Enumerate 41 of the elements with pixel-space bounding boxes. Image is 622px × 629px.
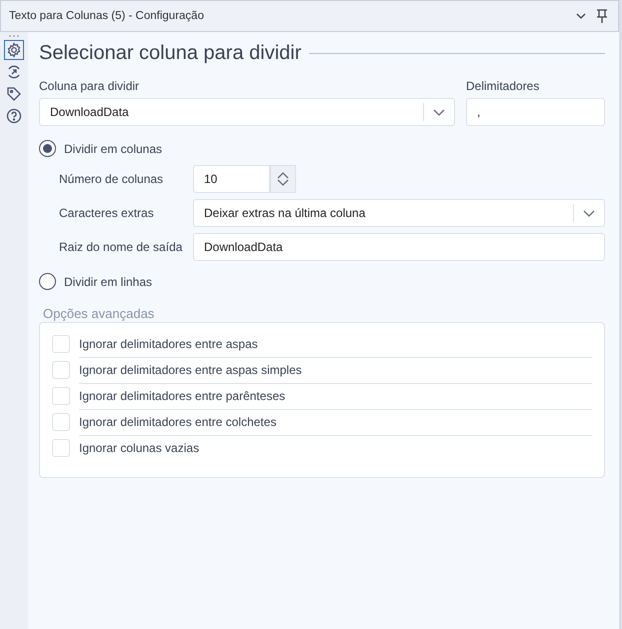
spinner-buttons[interactable] bbox=[270, 165, 296, 193]
radio-button[interactable] bbox=[39, 140, 56, 157]
caret-icon bbox=[433, 108, 445, 116]
tag-icon bbox=[6, 86, 22, 102]
sidebar-tab[interactable] bbox=[4, 40, 24, 60]
field-label: Número de colunas bbox=[59, 172, 164, 186]
radio-option[interactable]: Dividir em colunas bbox=[39, 140, 605, 157]
caret-icon bbox=[583, 210, 595, 216]
input-field[interactable]: , bbox=[466, 98, 605, 126]
checkbox-label: Ignorar delimitadores entre aspas simples bbox=[79, 356, 592, 384]
input-field[interactable]: DownloadData bbox=[193, 233, 605, 261]
up-caret-icon bbox=[277, 172, 289, 179]
field-label: Delimitadores bbox=[466, 79, 540, 93]
checkbox[interactable] bbox=[52, 361, 70, 379]
sidebar-tab[interactable] bbox=[4, 106, 24, 126]
checkbox[interactable] bbox=[52, 335, 70, 353]
checkbox-label: Ignorar delimitadores entre parênteses bbox=[79, 382, 592, 410]
checkbox-label: Ignorar delimitadores entre aspas bbox=[79, 330, 592, 358]
field-label: Raiz do nome de saída bbox=[59, 240, 184, 254]
checkbox[interactable] bbox=[52, 413, 70, 431]
settings-icon bbox=[6, 42, 22, 58]
field-label: Caracteres extras bbox=[59, 206, 155, 220]
number-field[interactable]: 10 bbox=[193, 165, 270, 193]
field-label: Coluna para dividir bbox=[39, 79, 140, 93]
radio-button[interactable] bbox=[39, 273, 56, 290]
more-icon[interactable] bbox=[8, 34, 20, 38]
help-icon bbox=[6, 108, 22, 124]
checkbox[interactable] bbox=[52, 387, 70, 405]
circular-arrow-icon bbox=[6, 64, 22, 80]
checkbox-label: Ignorar colunas vazias bbox=[79, 440, 200, 457]
dropdown[interactable]: Deixar extras na última coluna bbox=[193, 199, 605, 227]
checkbox-label: Ignorar delimitadores entre colchetes bbox=[79, 408, 592, 436]
pin-icon[interactable] bbox=[596, 8, 608, 24]
chevron-icon[interactable] bbox=[576, 13, 586, 19]
checkbox[interactable] bbox=[52, 439, 70, 457]
down-caret-icon bbox=[277, 179, 289, 186]
section-heading: Selecionar coluna para dividir bbox=[39, 42, 302, 65]
group-title: Opções avançadas bbox=[43, 306, 156, 321]
dropdown[interactable]: DownloadData bbox=[39, 98, 455, 126]
window-title: Texto para Colunas (5) - Configuração bbox=[9, 10, 204, 22]
radio-option[interactable]: Dividir em linhas bbox=[39, 273, 605, 290]
